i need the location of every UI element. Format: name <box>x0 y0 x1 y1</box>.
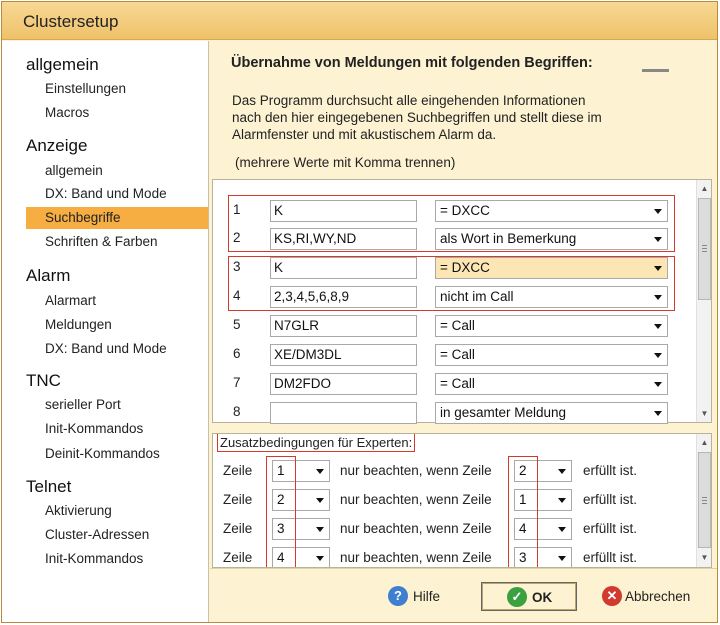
cancel-button[interactable]: ✕ Abbrechen <box>599 582 695 611</box>
sidebar-group-anzeige: Anzeige <box>26 136 88 155</box>
chevron-down-icon <box>654 353 662 358</box>
window-title: Clustersetup <box>23 12 119 31</box>
chevron-down-icon <box>558 498 566 503</box>
sidebar-item-telnet-init-kommandos[interactable]: Init-Kommandos <box>26 548 208 570</box>
cancel-label: Abbrechen <box>625 589 691 604</box>
match-select-value: = Call <box>440 347 475 362</box>
title-bar: Clustersetup <box>2 2 717 40</box>
sidebar-item-schriften-farben[interactable]: Schriften & Farben <box>26 231 208 253</box>
match-select-value: = Call <box>440 318 475 333</box>
match-select-7[interactable]: = Call <box>435 373 668 395</box>
sidebar-group-allgemein: allgemein <box>26 55 99 74</box>
scroll-thumb[interactable] <box>698 452 711 548</box>
scroll-up-icon[interactable]: ▲ <box>699 437 710 448</box>
comma-hint: (mehrere Werte mit Komma trennen) <box>235 155 456 170</box>
match-select-value: = Call <box>440 376 475 391</box>
sidebar-item-aktivierung[interactable]: Aktivierung <box>26 500 208 522</box>
fulfilled-text: erfüllt ist. <box>583 463 638 478</box>
zeile-label: Zeile <box>223 463 253 478</box>
row-number: 7 <box>233 375 241 390</box>
chevron-down-icon <box>654 324 662 329</box>
search-terms-scrollbar[interactable]: ▲ ▼ <box>696 180 711 422</box>
condition-text: nur beachten, wenn Zeile <box>340 463 492 478</box>
sidebar-item-macros[interactable]: Macros <box>26 102 208 124</box>
term-input-5[interactable]: N7GLR <box>270 315 417 337</box>
row-number: 8 <box>233 404 241 419</box>
row-number: 5 <box>233 317 241 332</box>
sidebar-item-anzeige-allgemein[interactable]: allgemein <box>26 160 208 182</box>
search-terms-list: ▲ ▼ 1 K = DXCC 2 KS,RI,WY,ND als Wort in… <box>212 179 712 424</box>
chevron-down-icon <box>558 469 566 474</box>
sidebar-item-anzeige-dx-band-mode[interactable]: DX: Band und Mode <box>26 183 208 205</box>
row-number: 6 <box>233 346 241 361</box>
chevron-down-icon <box>558 556 566 561</box>
condition-text: nur beachten, wenn Zeile <box>340 550 492 565</box>
expert-conditions-label: Zusatzbedingungen für Experten: <box>217 434 416 452</box>
ok-button[interactable]: ✓ OK <box>481 582 577 611</box>
sidebar-group-alarm: Alarm <box>26 266 71 285</box>
chevron-down-icon <box>316 498 324 503</box>
content-panel: Übernahme von Meldungen mit folgenden Be… <box>210 41 717 568</box>
check-icon: ✓ <box>507 587 527 607</box>
description-line-3: Alarmfenster und mit akustischem Alarm d… <box>232 127 497 142</box>
zeile-label: Zeile <box>223 521 253 536</box>
match-select-value: in gesamter Meldung <box>440 405 567 420</box>
chevron-down-icon <box>316 469 324 474</box>
sidebar-item-tnc-init-kommandos[interactable]: Init-Kommandos <box>26 418 208 440</box>
sidebar: allgemein Einstellungen Macros Anzeige a… <box>2 41 209 622</box>
expert-conditions-panel: Zusatzbedingungen für Experten: ▲ ▼ Zeil… <box>212 433 712 568</box>
condition-text: nur beachten, wenn Zeile <box>340 521 492 536</box>
ok-label: OK <box>532 590 553 605</box>
sidebar-group-tnc: TNC <box>26 371 61 390</box>
chevron-down-icon <box>654 411 662 416</box>
match-select-6[interactable]: = Call <box>435 344 668 366</box>
description-line-2: nach den hier eingegebenen Suchbegriffen… <box>232 110 602 125</box>
sidebar-item-suchbegriffe[interactable]: Suchbegriffe <box>26 207 208 229</box>
match-select-5[interactable]: = Call <box>435 315 668 337</box>
button-bar: ? Hilfe ✓ OK ✕ Abbrechen <box>210 568 717 622</box>
sidebar-item-meldungen[interactable]: Meldungen <box>26 314 208 336</box>
description-line-1: Das Programm durchsucht alle eingehenden… <box>232 93 586 108</box>
heading-decor <box>642 69 669 72</box>
highlight-box-condition-selects <box>508 456 538 567</box>
sidebar-item-alarmart[interactable]: Alarmart <box>26 290 208 312</box>
sidebar-item-cluster-adressen[interactable]: Cluster-Adressen <box>26 524 208 546</box>
term-input-6[interactable]: XE/DM3DL <box>270 344 417 366</box>
sidebar-item-einstellungen[interactable]: Einstellungen <box>26 78 208 100</box>
help-label: Hilfe <box>413 589 441 604</box>
zeile-label: Zeile <box>223 550 253 565</box>
help-icon: ? <box>388 586 408 606</box>
highlight-box-row-selects <box>266 456 296 567</box>
scroll-thumb[interactable] <box>698 198 711 300</box>
sidebar-item-alarm-dx-band-mode[interactable]: DX: Band und Mode <box>26 338 208 360</box>
highlight-box-rows-3-4 <box>228 256 675 311</box>
term-input-7[interactable]: DM2FDO <box>270 373 417 395</box>
chevron-down-icon <box>558 527 566 532</box>
help-button[interactable]: ? Hilfe <box>382 582 444 611</box>
term-input-8[interactable] <box>270 402 417 424</box>
sidebar-item-serieller-port[interactable]: serieller Port <box>26 394 208 416</box>
chevron-down-icon <box>654 382 662 387</box>
fulfilled-text: erfüllt ist. <box>583 521 638 536</box>
zeile-label: Zeile <box>223 492 253 507</box>
highlight-box-rows-1-2 <box>228 195 675 252</box>
scroll-up-icon[interactable]: ▲ <box>699 183 710 194</box>
chevron-down-icon <box>316 556 324 561</box>
scroll-down-icon[interactable]: ▼ <box>699 552 710 563</box>
close-icon: ✕ <box>602 586 622 606</box>
match-select-8[interactable]: in gesamter Meldung <box>435 402 668 424</box>
fulfilled-text: erfüllt ist. <box>583 550 638 565</box>
sidebar-item-deinit-kommandos[interactable]: Deinit-Kommandos <box>26 443 208 465</box>
condition-text: nur beachten, wenn Zeile <box>340 492 492 507</box>
fulfilled-text: erfüllt ist. <box>583 492 638 507</box>
expert-scrollbar[interactable]: ▲ ▼ <box>696 434 711 567</box>
clustersetup-window: Clustersetup allgemein Einstellungen Mac… <box>1 1 718 623</box>
scroll-down-icon[interactable]: ▼ <box>699 408 710 419</box>
sidebar-group-telnet: Telnet <box>26 477 72 496</box>
page-heading: Übernahme von Meldungen mit folgenden Be… <box>231 55 593 71</box>
chevron-down-icon <box>316 527 324 532</box>
